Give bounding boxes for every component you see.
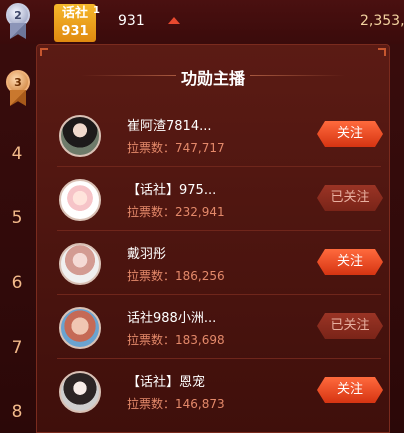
anchor-name[interactable]: 戴羽彤 — [127, 243, 166, 262]
rank-number: 6 — [11, 273, 23, 293]
avatar[interactable] — [59, 179, 101, 221]
divider — [57, 166, 381, 167]
anchor-item[interactable]: 【话社】975... 拉票数：232,941 已关注 — [57, 169, 381, 231]
rank-number: 8 — [11, 402, 23, 422]
followed-button[interactable]: 已关注 — [317, 185, 383, 211]
anchor-item[interactable]: 话社988小洲... 拉票数：183,698 已关注 — [57, 297, 381, 359]
ranking-row-top[interactable]: 2 话社 931 1 931 2,353, — [0, 0, 404, 44]
divider — [57, 294, 381, 295]
avatar[interactable] — [59, 307, 101, 349]
divider — [57, 358, 381, 359]
anchor-votes: 拉票数：183,698 — [127, 333, 225, 347]
row-number: 931 — [118, 13, 145, 29]
club-tag-line1: 话社 — [61, 6, 88, 21]
follow-button[interactable]: 关注 — [317, 249, 383, 275]
silver-medal-icon: 2 — [4, 3, 32, 41]
title-divider — [250, 75, 345, 76]
anchor-name[interactable]: 话社988小洲... — [127, 307, 216, 326]
corner-decoration — [40, 48, 48, 56]
avatar[interactable] — [59, 371, 101, 413]
anchor-name[interactable]: 崔阿渣7814... — [127, 115, 211, 134]
anchor-item[interactable]: 戴羽彤 拉票数：186,256 关注 — [57, 233, 381, 295]
rank-number: 4 — [11, 144, 23, 164]
followed-button[interactable]: 已关注 — [317, 313, 383, 339]
anchor-item[interactable]: 崔阿渣7814... 拉票数：747,717 关注 — [57, 105, 381, 167]
bronze-medal-icon: 3 — [4, 70, 32, 108]
follow-button[interactable]: 关注 — [317, 121, 383, 147]
anchor-votes: 拉票数：186,256 — [127, 269, 225, 283]
follow-button[interactable]: 关注 — [317, 377, 383, 403]
anchor-votes: 拉票数：232,941 — [127, 205, 225, 219]
row-score: 2,353, — [360, 13, 404, 29]
rank-number: 5 — [11, 208, 23, 228]
club-tag-superscript: 1 — [93, 5, 100, 16]
corner-decoration — [378, 48, 386, 56]
avatar[interactable] — [59, 243, 101, 285]
merit-anchor-popup: 功勋主播 崔阿渣7814... 拉票数：747,717 关注 【话社】975..… — [36, 44, 390, 433]
popup-title: 功勋主播 — [180, 69, 245, 88]
club-tag-badge: 话社 931 1 — [54, 4, 100, 42]
anchor-name[interactable]: 【话社】恩宠 — [127, 371, 205, 390]
anchor-item[interactable]: 【话社】恩宠 拉票数：146,873 关注 — [57, 361, 381, 423]
anchor-name[interactable]: 【话社】975... — [127, 179, 216, 198]
divider — [57, 230, 381, 231]
rank-up-arrow-icon — [168, 17, 180, 24]
club-tag-line2: 931 — [61, 24, 89, 39]
anchor-votes: 拉票数：146,873 — [127, 397, 225, 411]
anchor-votes: 拉票数：747,717 — [127, 141, 225, 155]
avatar[interactable] — [59, 115, 101, 157]
rank-number: 7 — [11, 338, 23, 358]
